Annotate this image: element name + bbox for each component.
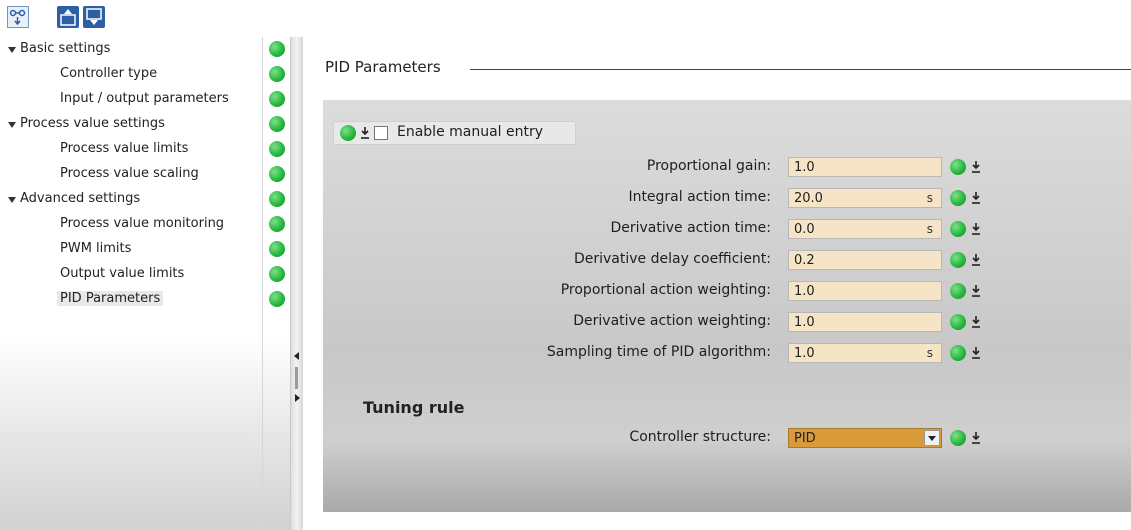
tuning-rule-heading: Tuning rule (363, 398, 465, 417)
functional-view-icon[interactable] (7, 6, 29, 28)
derivative-action-weighting-field[interactable]: 1.0 (788, 312, 942, 332)
status-ok-icon (269, 216, 285, 232)
main-content: PID Parameters Enable manual entry Propo… (303, 34, 1131, 530)
status-ok-icon (950, 190, 966, 206)
controller-structure-value: PID (794, 431, 816, 446)
download-arrow-icon (972, 254, 980, 266)
tree-item-output-value-limits[interactable]: Output value limits (0, 263, 290, 288)
tree-item-label: Basic settings (20, 41, 111, 56)
param-value: 1.0 (794, 315, 815, 330)
tree-item-process-value-settings[interactable]: Process value settings (0, 113, 290, 138)
tree-item-label: Process value settings (20, 116, 165, 131)
param-label: Integral action time: (628, 189, 771, 205)
status-ok-icon (269, 266, 285, 282)
collapse-left-icon[interactable] (294, 352, 299, 360)
param-value: 1.0 (794, 160, 815, 175)
section-title: PID Parameters (325, 58, 441, 76)
pid-parameters-panel: Enable manual entry Proportional gain: 1… (323, 100, 1131, 512)
expand-triangle-icon[interactable] (8, 122, 16, 128)
tree-item-advanced-settings[interactable]: Advanced settings (0, 188, 290, 213)
download-arrow-icon (972, 223, 980, 235)
param-label: Derivative action weighting: (573, 313, 771, 329)
param-label: Sampling time of PID algorithm: (546, 344, 771, 360)
download-arrow-icon (972, 316, 980, 328)
pane-splitter[interactable] (291, 37, 303, 530)
status-ok-icon (269, 141, 285, 157)
download-arrow-icon (972, 432, 980, 444)
status-ok-icon (950, 221, 966, 237)
tree-item-label: Advanced settings (20, 191, 141, 206)
status-ok-icon (950, 252, 966, 268)
derivative-delay-coefficient-field[interactable]: 0.2 (788, 250, 942, 270)
tree-item-label: Output value limits (60, 266, 185, 281)
collapse-all-icon[interactable] (83, 6, 105, 28)
status-ok-icon (340, 125, 356, 141)
status-ok-icon (269, 91, 285, 107)
status-ok-icon (269, 166, 285, 182)
download-arrow-icon (972, 161, 980, 173)
expand-right-icon[interactable] (295, 394, 300, 402)
status-ok-icon (950, 345, 966, 361)
tree-item-label: Controller type (60, 66, 158, 81)
param-unit: s (926, 222, 933, 236)
download-arrow-icon (361, 127, 369, 139)
splitter-grip[interactable] (295, 367, 298, 389)
download-arrow-icon (972, 347, 980, 359)
param-value: 1.0 (794, 346, 815, 361)
settings-tree: Basic settings Controller type Input / o… (0, 37, 291, 530)
tree-item-controller-type[interactable]: Controller type (0, 63, 290, 88)
controller-structure-select[interactable]: PID (788, 428, 942, 448)
param-label: Proportional gain: (646, 158, 771, 174)
enable-manual-entry-checkbox[interactable] (374, 126, 388, 140)
param-unit: s (926, 346, 933, 360)
integral-action-time-field[interactable]: 20.0 s (788, 188, 942, 208)
proportional-action-weighting-field[interactable]: 1.0 (788, 281, 942, 301)
download-arrow-icon (972, 192, 980, 204)
expand-all-icon[interactable] (57, 6, 79, 28)
param-value: 1.0 (794, 284, 815, 299)
controller-structure-label: Controller structure: (629, 429, 771, 445)
status-ok-icon (269, 191, 285, 207)
tree-item-process-value-limits[interactable]: Process value limits (0, 138, 290, 163)
sampling-time-field[interactable]: 1.0 s (788, 343, 942, 363)
param-label: Proportional action weighting: (560, 282, 771, 298)
status-ok-icon (950, 283, 966, 299)
param-value: 20.0 (794, 191, 823, 206)
derivative-action-time-field[interactable]: 0.0 s (788, 219, 942, 239)
expand-triangle-icon[interactable] (8, 47, 16, 53)
tree-item-pwm-limits[interactable]: PWM limits (0, 238, 290, 263)
param-value: 0.0 (794, 222, 815, 237)
tree-item-basic-settings[interactable]: Basic settings (0, 38, 290, 63)
param-value: 0.2 (794, 253, 815, 268)
param-label: Derivative action time: (610, 220, 771, 236)
tree-item-pid-parameters[interactable]: PID Parameters (0, 288, 290, 313)
status-ok-icon (269, 116, 285, 132)
manual-entry-group: Enable manual entry (333, 121, 576, 145)
param-unit: s (926, 191, 933, 205)
tree-item-process-value-scaling[interactable]: Process value scaling (0, 163, 290, 188)
tree-item-label: Process value limits (60, 141, 189, 156)
status-ok-icon (950, 430, 966, 446)
tree-item-label: Process value scaling (60, 166, 199, 181)
status-ok-icon (269, 41, 285, 57)
status-ok-icon (269, 291, 285, 307)
param-label: Derivative delay coefficient: (573, 251, 771, 267)
section-divider (470, 69, 1131, 70)
status-ok-icon (950, 159, 966, 175)
tree-item-label: Process value monitoring (60, 216, 225, 231)
status-ok-icon (269, 241, 285, 257)
toolbar (0, 0, 1131, 34)
tree-item-label: PWM limits (60, 241, 132, 256)
expand-triangle-icon[interactable] (8, 197, 16, 203)
tree-item-label: PID Parameters (57, 291, 164, 306)
tree-item-process-value-monitoring[interactable]: Process value monitoring (0, 213, 290, 238)
proportional-gain-field[interactable]: 1.0 (788, 157, 942, 177)
chevron-down-icon[interactable] (924, 430, 940, 446)
status-ok-icon (269, 66, 285, 82)
status-ok-icon (950, 314, 966, 330)
download-arrow-icon (972, 285, 980, 297)
tree-item-input-output-parameters[interactable]: Input / output parameters (0, 88, 290, 113)
enable-manual-entry-label: Enable manual entry (397, 124, 544, 140)
tree-item-label: Input / output parameters (60, 91, 229, 106)
